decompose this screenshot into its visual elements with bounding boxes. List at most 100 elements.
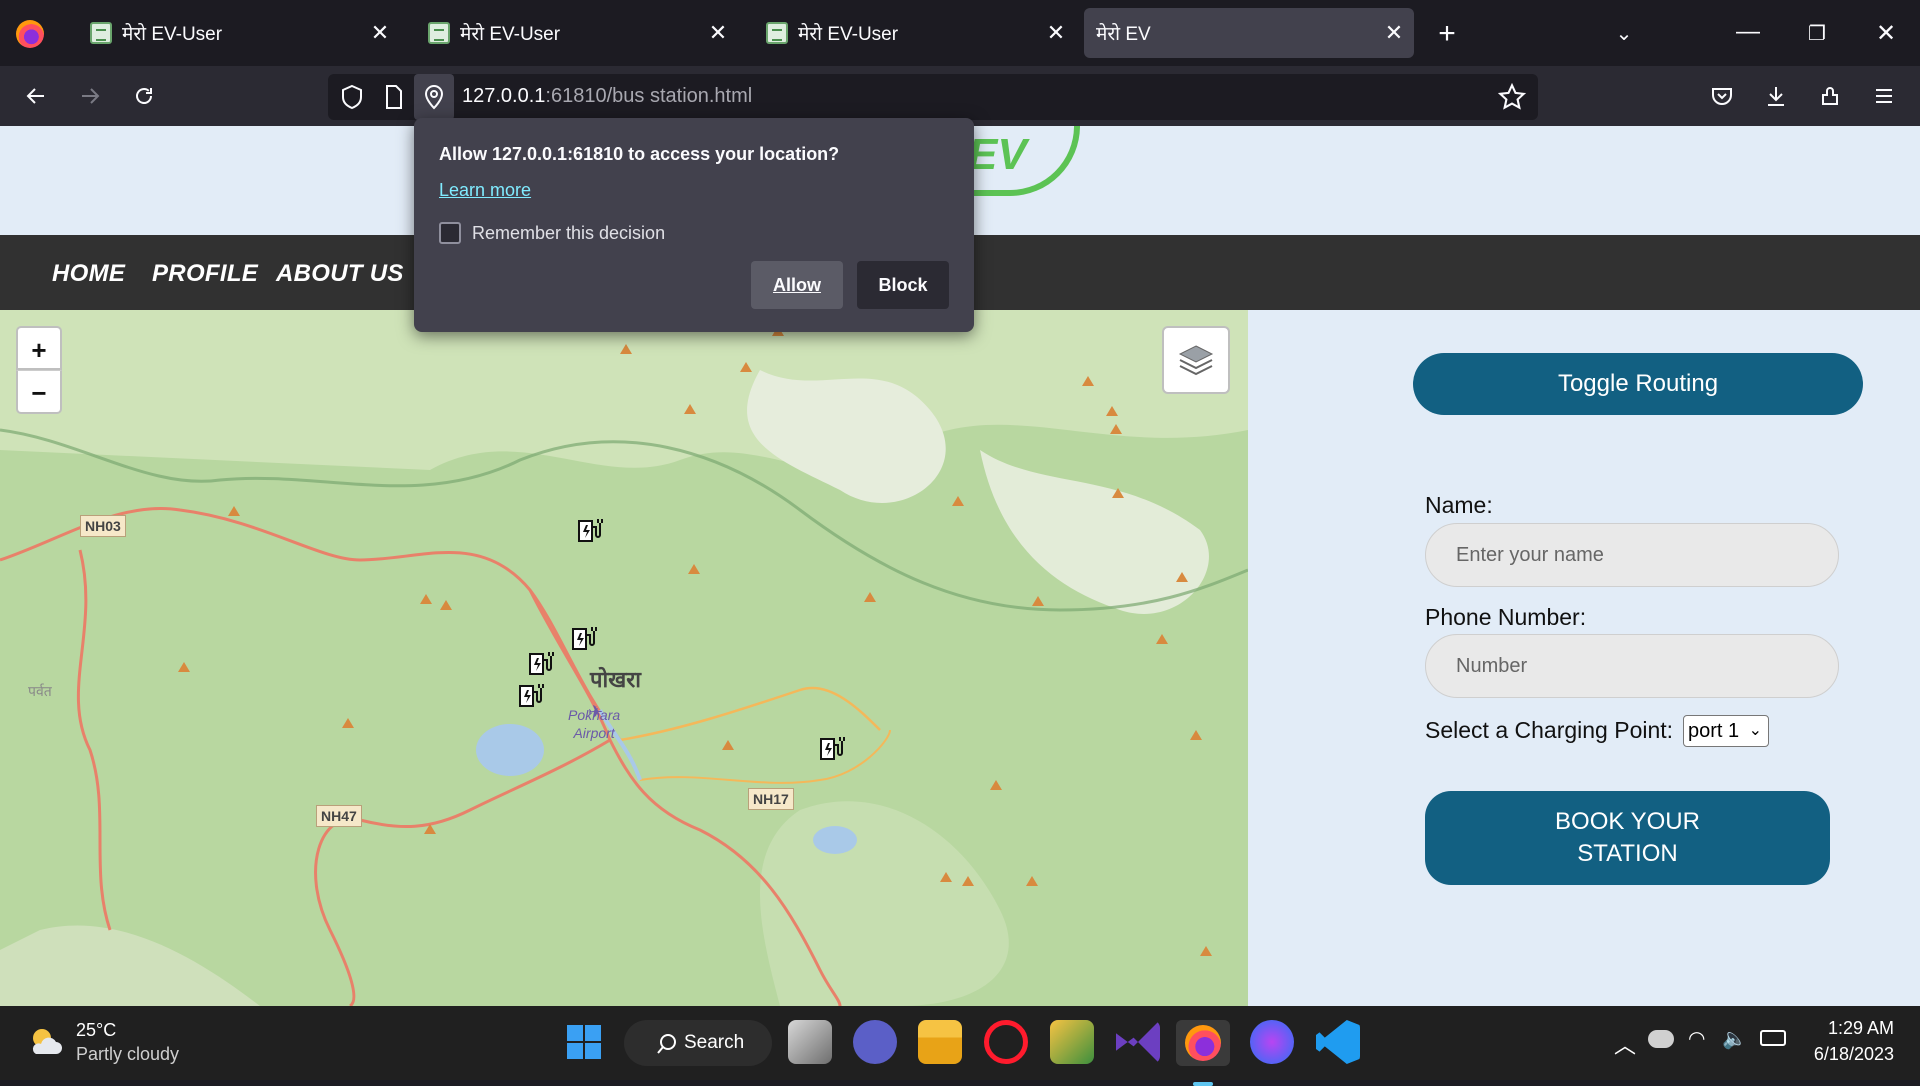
toggle-routing-button[interactable]: Toggle Routing — [1413, 353, 1863, 415]
vscode-icon[interactable] — [1316, 1020, 1360, 1064]
visual-studio-icon[interactable] — [1116, 1020, 1160, 1064]
airport-label-line2: Airport — [573, 725, 615, 741]
menu-icon[interactable] — [1864, 76, 1904, 116]
close-window-icon[interactable]: ✕ — [1866, 14, 1906, 54]
close-tab-icon[interactable]: ✕ — [360, 20, 400, 46]
list-tabs-chevron-icon[interactable]: ⌄ — [1604, 14, 1644, 54]
restore-icon[interactable]: ❐ — [1797, 14, 1837, 54]
charging-station-marker-icon[interactable] — [818, 733, 848, 763]
tab-2[interactable]: मेरो EV-User ✕ — [408, 8, 738, 58]
remember-decision-label[interactable]: Remember this decision — [472, 223, 665, 244]
weather-icon[interactable] — [28, 1024, 64, 1060]
site-logo-text: EV — [968, 130, 1027, 179]
location-permission-icon[interactable] — [414, 74, 454, 120]
district-label-parbat: पर्वत — [28, 683, 52, 699]
nav-about-link[interactable]: ABOUT US — [276, 260, 404, 288]
reload-icon[interactable] — [124, 76, 164, 116]
onedrive-icon[interactable] — [1648, 1030, 1674, 1048]
site-favicon-icon — [90, 22, 112, 44]
weather-condition[interactable]: Partly cloudy — [76, 1044, 179, 1065]
task-view-icon[interactable] — [788, 1020, 832, 1064]
windows-start-icon[interactable] — [566, 1024, 602, 1065]
tools-app-icon[interactable] — [1050, 1020, 1094, 1064]
firefox-icon — [1185, 1025, 1221, 1061]
teams-chat-icon[interactable] — [853, 1020, 897, 1064]
bookmark-star-icon[interactable] — [1497, 82, 1527, 116]
book-station-button[interactable]: BOOK YOUR STATION — [1425, 791, 1830, 885]
wifi-icon[interactable]: ◠ — [1688, 1026, 1705, 1051]
file-explorer-icon[interactable] — [918, 1020, 962, 1064]
search-icon — [657, 1034, 676, 1054]
clock-time[interactable]: 1:29 AM — [1810, 1018, 1894, 1039]
name-input[interactable] — [1425, 523, 1839, 587]
shield-icon[interactable] — [340, 84, 364, 115]
firefox-icon[interactable] — [16, 20, 44, 48]
messenger-icon[interactable] — [1250, 1020, 1294, 1064]
layers-icon[interactable] — [1162, 326, 1230, 394]
nav-profile-link[interactable]: PROFILE — [152, 260, 258, 288]
tab-4-active[interactable]: मेरो EV ✕ — [1084, 8, 1414, 58]
city-label-pokhara: पोखरा — [590, 667, 641, 692]
charging-station-marker-icon[interactable] — [576, 515, 606, 545]
taskbar-search-box[interactable]: Search — [624, 1020, 772, 1066]
clock-date[interactable]: 6/18/2023 — [1800, 1044, 1894, 1065]
charging-station-marker-icon[interactable] — [570, 623, 600, 653]
back-icon[interactable] — [16, 76, 56, 116]
allow-button[interactable]: Allow — [751, 261, 843, 309]
tab-title: मेरो EV-User — [122, 24, 223, 45]
weather-temperature[interactable]: 25°C — [76, 1020, 116, 1041]
phone-input[interactable] — [1425, 634, 1839, 698]
tab-title: मेरो EV-User — [460, 24, 561, 45]
zoom-in-button[interactable]: + — [16, 326, 62, 370]
url-bar[interactable]: 127.0.0.1:61810/bus station.html — [328, 74, 1538, 120]
charging-point-label: Select a Charging Point: — [1425, 717, 1674, 743]
road-label-nh03: NH03 — [80, 515, 126, 537]
permission-message: Allow 127.0.0.1:61810 to access your loc… — [439, 144, 840, 164]
close-tab-icon[interactable]: ✕ — [1374, 20, 1414, 46]
opera-icon[interactable] — [984, 1020, 1028, 1064]
url-host: 127.0.0.1 — [462, 85, 546, 107]
book-button-line1: BOOK YOUR — [1555, 808, 1700, 835]
battery-icon[interactable] — [1760, 1030, 1786, 1046]
tab-title: मेरो EV-User — [798, 24, 899, 45]
block-button[interactable]: Block — [857, 261, 949, 309]
download-icon[interactable] — [1756, 76, 1796, 116]
road-label-nh47: NH47 — [316, 805, 362, 827]
close-tab-icon[interactable]: ✕ — [698, 20, 738, 46]
selected-port: port 1 — [1688, 720, 1740, 742]
minimize-icon[interactable]: — — [1728, 12, 1768, 52]
remember-decision-checkbox[interactable] — [439, 222, 461, 244]
tab-1[interactable]: मेरो EV-User ✕ — [70, 8, 400, 58]
search-label: Search — [684, 1032, 745, 1053]
road-label-nh17: NH17 — [748, 788, 794, 810]
close-tab-icon[interactable]: ✕ — [1036, 20, 1076, 46]
name-label: Name: — [1425, 492, 1493, 518]
site-favicon-icon — [428, 22, 450, 44]
tab-3[interactable]: मेरो EV-User ✕ — [746, 8, 1076, 58]
firefox-taskbar-button[interactable] — [1176, 1020, 1230, 1086]
charging-point-select[interactable]: port 1 ⌄ — [1683, 715, 1769, 747]
url-text[interactable]: 127.0.0.1:61810/bus station.html — [462, 85, 752, 108]
book-button-line2: STATION — [1577, 840, 1678, 867]
active-app-indicator — [1193, 1082, 1213, 1086]
charging-station-marker-icon[interactable] — [517, 680, 547, 710]
volume-icon[interactable]: 🔈 — [1722, 1026, 1747, 1051]
location-permission-dialog: Allow 127.0.0.1:61810 to access your loc… — [414, 118, 974, 332]
forward-icon[interactable] — [70, 76, 110, 116]
show-hidden-icons-chevron-icon[interactable]: ︿ — [1614, 1028, 1636, 1060]
nav-home-link[interactable]: HOME — [52, 260, 125, 288]
page-icon[interactable] — [384, 84, 404, 115]
map-view[interactable]: NH03 NH47 NH17 पोखरा ✈ Pokhara Airport पर… — [0, 310, 1248, 1006]
airport-label: Pokhara Airport — [568, 706, 620, 742]
chevron-down-icon: ⌄ — [1748, 722, 1762, 739]
new-tab-button[interactable]: + — [1427, 14, 1467, 54]
learn-more-link[interactable]: Learn more — [439, 180, 531, 201]
extensions-icon[interactable] — [1811, 76, 1851, 116]
tab-bar: मेरो EV-User ✕ मेरो EV-User ✕ मेरो EV-Us… — [0, 0, 1920, 66]
site-favicon-icon — [766, 22, 788, 44]
charging-station-marker-icon[interactable] — [527, 648, 557, 678]
phone-label: Phone Number: — [1425, 604, 1587, 630]
pocket-icon[interactable] — [1702, 76, 1742, 116]
url-path: :61810/bus station.html — [545, 85, 753, 107]
zoom-out-button[interactable]: − — [16, 370, 62, 414]
